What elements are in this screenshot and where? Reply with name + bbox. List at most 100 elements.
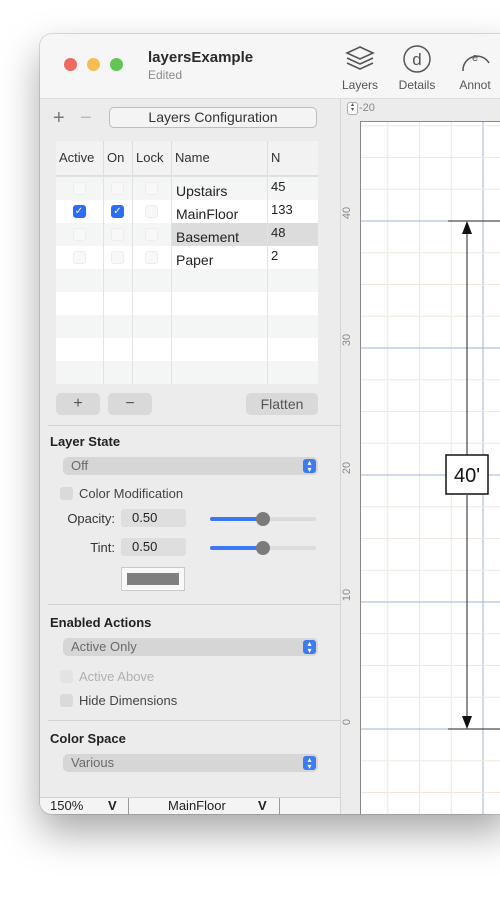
swatch-color: [127, 573, 179, 585]
checkbox-box: [60, 670, 73, 683]
active-checkbox[interactable]: [72, 181, 86, 195]
color-modification-checkbox[interactable]: Color Modification: [60, 486, 183, 501]
checkbox-box: [60, 694, 73, 707]
divider: [48, 425, 340, 426]
dimension-label: 40': [454, 465, 480, 487]
column-n[interactable]: N: [268, 141, 318, 175]
svg-text:d: d: [412, 50, 421, 69]
empty-row: [56, 315, 318, 338]
cell-active: [56, 177, 104, 200]
layer-state-value: Off: [71, 458, 89, 473]
active-checkbox[interactable]: [72, 250, 86, 264]
column-lock[interactable]: Lock: [133, 141, 172, 175]
opacity-slider[interactable]: [210, 512, 316, 526]
cell-active: [56, 246, 104, 269]
hide-dimensions-label: Hide Dimensions: [79, 693, 178, 708]
zoom-button[interactable]: [110, 58, 123, 71]
enabled-actions-value: Active Only: [71, 639, 137, 654]
active-checkbox[interactable]: ✓: [72, 204, 86, 218]
cell-active: [56, 292, 104, 315]
opacity-field[interactable]: 0.50: [121, 509, 186, 527]
minimize-button[interactable]: [87, 58, 100, 71]
empty-row: [56, 292, 318, 315]
enabled-actions-popup[interactable]: Active Only ▴ ▾: [63, 638, 318, 656]
cell-name: [172, 269, 268, 292]
cell-on: [104, 269, 133, 292]
cell-name: MainFloor: [172, 200, 268, 223]
column-name[interactable]: Name: [172, 141, 268, 175]
layer-popup[interactable]: MainFloor V: [128, 798, 280, 814]
flatten-button[interactable]: Flatten: [246, 393, 318, 415]
tint-field[interactable]: 0.50: [121, 538, 186, 556]
cell-name: Upstairs: [172, 177, 268, 200]
table-row[interactable]: Basement 48: [56, 223, 318, 246]
cell-lock: [133, 292, 172, 315]
cell-active: [56, 361, 104, 384]
close-button[interactable]: [64, 58, 77, 71]
table-body: Upstairs 45 ✓ ✓ MainFloor 133 Basement 48 Paper 2: [56, 177, 318, 384]
active-checkbox[interactable]: [72, 227, 86, 241]
layers-icon: [330, 42, 390, 76]
cell-on: [104, 177, 133, 200]
toolbar-layers-label: Layers: [341, 78, 379, 92]
add-layer-button[interactable]: +: [56, 393, 100, 415]
color-space-popup[interactable]: Various ▴ ▾: [63, 754, 318, 772]
tint-slider[interactable]: [210, 541, 316, 555]
cell-on: ✓: [104, 200, 133, 223]
toolbar-annotate-button[interactable]: e Annot: [445, 42, 500, 92]
table-row[interactable]: ✓ ✓ MainFloor 133: [56, 200, 318, 223]
color-swatch[interactable]: [121, 567, 185, 591]
cell-n: 48: [268, 223, 318, 246]
empty-row: [56, 361, 318, 384]
toolbar-layers-button[interactable]: Layers: [330, 42, 390, 92]
drawing-paper[interactable]: 40': [360, 121, 500, 814]
cell-on: [104, 361, 133, 384]
status-bar: 150% V MainFloor V: [40, 797, 340, 814]
empty-row: [56, 338, 318, 361]
lock-checkbox[interactable]: [145, 250, 158, 264]
opacity-slider-knob[interactable]: [256, 512, 270, 526]
cell-lock: [133, 177, 172, 200]
table-row[interactable]: Upstairs 45: [56, 177, 318, 200]
on-checkbox[interactable]: [111, 250, 124, 264]
top-ruler: ▴ ▾ -20: [341, 99, 500, 119]
zoom-popup[interactable]: 150% V: [40, 798, 129, 814]
on-checkbox[interactable]: [111, 227, 124, 241]
lock-checkbox[interactable]: [145, 181, 158, 195]
tint-slider-knob[interactable]: [256, 541, 270, 555]
lock-checkbox[interactable]: [145, 204, 158, 218]
ruler-label: 0: [341, 718, 354, 726]
app-window: layersExample Edited Layers d Details e …: [40, 34, 500, 814]
remove-configuration-button[interactable]: −: [80, 108, 92, 128]
toolbar-details-button[interactable]: d Details: [387, 42, 447, 92]
active-above-checkbox[interactable]: Active Above: [60, 669, 154, 684]
cell-n: [268, 315, 318, 338]
cell-n: [268, 269, 318, 292]
hide-dimensions-checkbox[interactable]: Hide Dimensions: [60, 693, 177, 708]
layers-configuration-button[interactable]: Layers Configuration: [109, 107, 317, 128]
table-row[interactable]: Paper 2: [56, 246, 318, 269]
add-configuration-button[interactable]: +: [53, 108, 65, 128]
drawing-canvas[interactable]: ▴ ▾ -20 40 30 20 10 0 40': [341, 99, 500, 814]
chevron-down-icon: V: [258, 798, 267, 813]
cell-active: ✓: [56, 200, 104, 223]
cell-on: [104, 246, 133, 269]
on-checkbox[interactable]: [111, 181, 124, 195]
tint-label: Tint:: [90, 540, 115, 555]
cell-lock: [133, 246, 172, 269]
opacity-label: Opacity:: [67, 511, 115, 526]
cell-n: [268, 361, 318, 384]
column-active[interactable]: Active: [56, 141, 104, 175]
ruler-label: 40: [341, 206, 354, 220]
remove-layer-button[interactable]: −: [108, 393, 152, 415]
updown-chevron-icon: ▴ ▾: [303, 459, 316, 474]
ruler-stepper[interactable]: ▴ ▾: [347, 102, 358, 115]
color-space-value: Various: [71, 755, 115, 770]
layer-state-popup[interactable]: Off ▴ ▾: [63, 457, 318, 475]
on-checkbox[interactable]: ✓: [111, 204, 124, 218]
column-on[interactable]: On: [104, 141, 133, 175]
lock-checkbox[interactable]: [145, 227, 158, 241]
cell-name: Paper: [172, 246, 268, 269]
cell-on: [104, 315, 133, 338]
zoom-value: 150%: [50, 798, 84, 813]
